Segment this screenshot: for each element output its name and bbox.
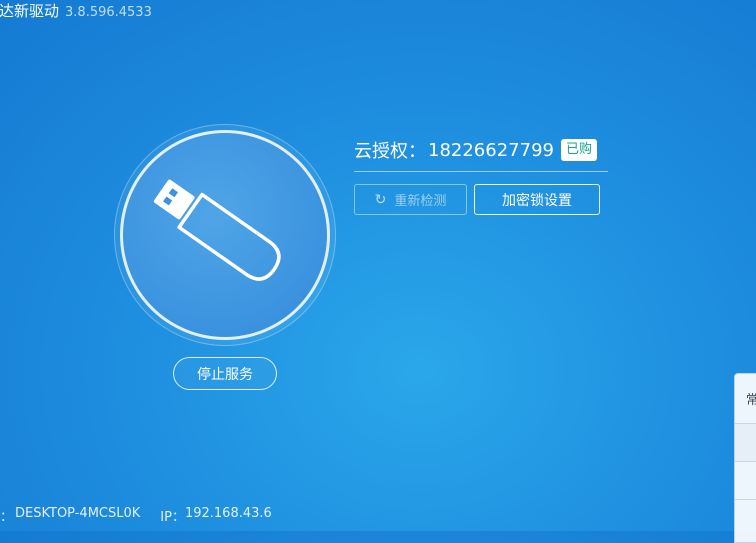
lock-settings-button[interactable]: 加密锁设置: [474, 184, 600, 215]
usb-status-circle: [120, 130, 330, 340]
ip-label: IP：: [160, 510, 185, 525]
footer: ： DESKTOP-4MCSL0K IP： 192.168.43.6: [0, 506, 272, 525]
host-prefix: ：: [0, 510, 14, 525]
cloud-auth-label: 云授权：: [354, 141, 426, 162]
app-version: 3.8.596.4533: [65, 5, 152, 20]
side-tab[interactable]: [735, 424, 756, 462]
cloud-auth-line: 云授权： 18226627799 已购: [354, 137, 597, 163]
ip-address: 192.168.43.6: [184, 506, 272, 521]
stop-service-button[interactable]: 停止服务: [173, 357, 277, 390]
usb-drive-icon: [153, 179, 281, 281]
purchased-badge: 已购: [560, 139, 597, 161]
app-title: 达新驱动: [0, 2, 60, 20]
recheck-button[interactable]: ↻ 重新检测: [354, 184, 467, 215]
cloud-auth-number: 18226627799: [428, 139, 554, 161]
side-tab[interactable]: [735, 462, 756, 500]
auth-divider: [354, 171, 608, 172]
side-tab-common[interactable]: 常: [735, 374, 756, 424]
side-panel: 常: [734, 373, 756, 543]
host-name: DESKTOP-4MCSL0K: [15, 506, 141, 521]
title-bar: 达新驱动 3.8.596.4533: [0, 0, 152, 24]
recheck-label: 重新检测: [394, 194, 447, 209]
refresh-icon: ↻: [374, 191, 387, 208]
